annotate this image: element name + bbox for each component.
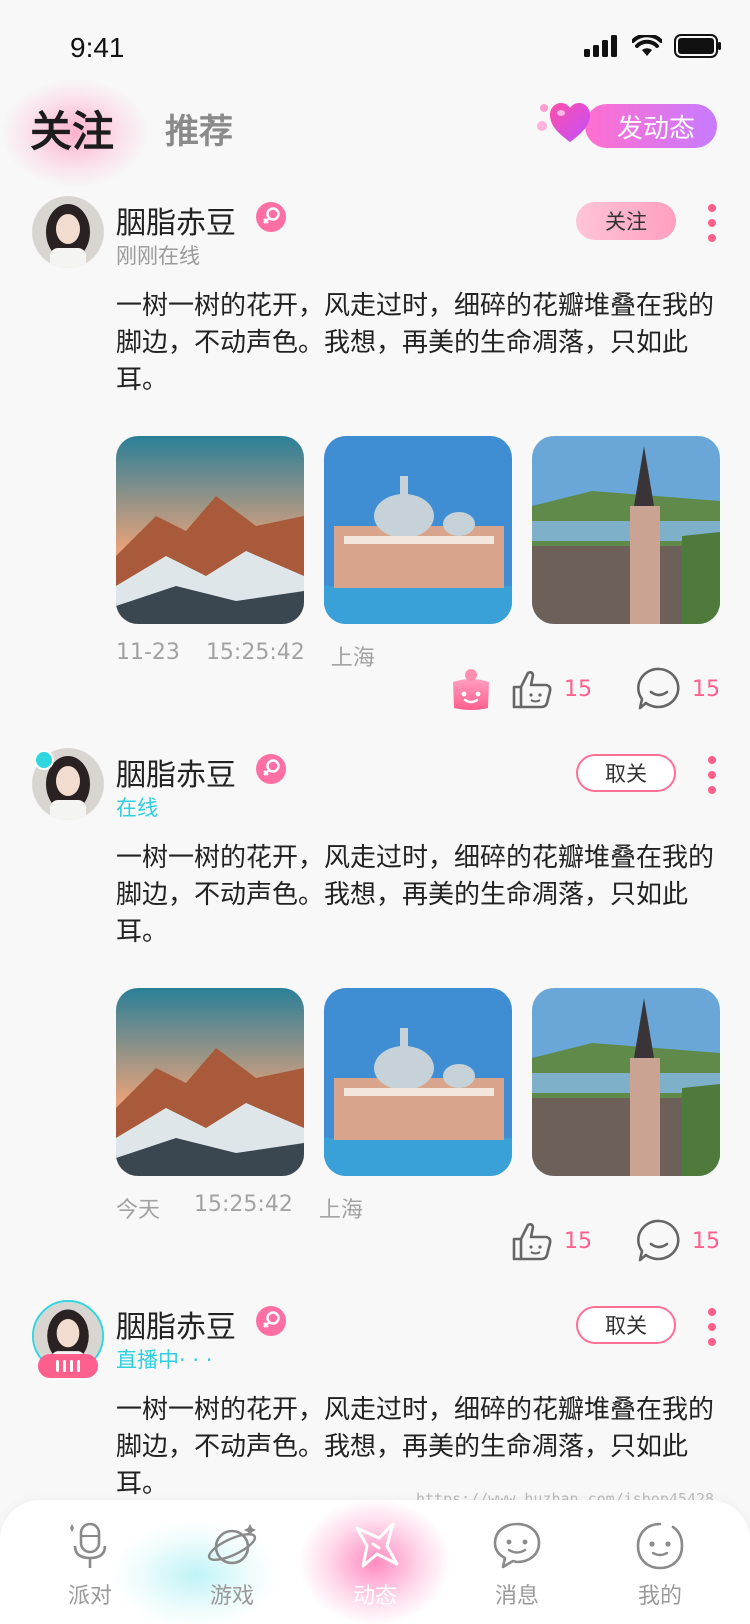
nav-label: 派对 bbox=[67, 1584, 112, 1609]
post-date: 今天 bbox=[116, 1198, 161, 1223]
female-gender-icon bbox=[256, 1306, 286, 1336]
more-options-icon[interactable] bbox=[708, 1308, 716, 1346]
nav-item-profile[interactable]: 我的 bbox=[615, 1520, 705, 1610]
like-count: 15 bbox=[564, 676, 592, 702]
photo-venice-dome[interactable] bbox=[324, 436, 512, 624]
more-options-icon[interactable] bbox=[708, 756, 716, 794]
photo-venice-dome[interactable] bbox=[324, 988, 512, 1176]
photo-church-town[interactable] bbox=[532, 988, 720, 1176]
photo-mountain-palace[interactable] bbox=[116, 436, 304, 624]
nav-item-messages[interactable]: 消息 bbox=[472, 1520, 562, 1610]
post-card: 胭脂赤豆 刚刚在线 关注 一树一树的花开，风走过时，细碎的花瓣堆叠在我的脚边，不… bbox=[0, 196, 750, 716]
unfollow-button[interactable]: 取关 bbox=[576, 754, 676, 792]
avatar-image bbox=[32, 196, 104, 268]
post-text: 一树一树的花开，风走过时，细碎的花瓣堆叠在我的脚边，不动声色。我想，再美的生命凋… bbox=[116, 1395, 715, 1499]
photo-grid bbox=[116, 436, 720, 624]
avatar[interactable] bbox=[32, 1300, 104, 1378]
nav-item-moments[interactable]: 动态 bbox=[330, 1520, 420, 1610]
live-status: 直播中· · · bbox=[116, 1348, 213, 1372]
live-badge bbox=[38, 1354, 98, 1378]
post-location: 上海 bbox=[330, 646, 375, 671]
heart-icon bbox=[550, 103, 590, 142]
comment-icon[interactable] bbox=[636, 666, 682, 712]
photo-mountain-palace[interactable] bbox=[116, 988, 304, 1176]
online-status: 在线 bbox=[116, 796, 158, 820]
top-nav: 关注 推荐 发动态 bbox=[0, 78, 750, 188]
more-options-icon[interactable] bbox=[708, 204, 716, 242]
post-text: 一树一树的花开，风走过时，细碎的花瓣堆叠在我的脚边，不动声色。我想，再美的生命凋… bbox=[116, 843, 715, 947]
status-bar: 9:41 bbox=[0, 0, 750, 90]
username[interactable]: 胭脂赤豆 bbox=[116, 750, 236, 794]
like-count: 15 bbox=[564, 1228, 592, 1254]
post-date: 11-23 bbox=[116, 640, 180, 665]
planet-icon bbox=[207, 1524, 257, 1565]
comment-icon[interactable] bbox=[636, 1218, 682, 1264]
post-meta: 11-23 15:25:42 上海 bbox=[116, 640, 375, 672]
post-card: 胭脂赤豆 在线 取关 一树一树的花开，风走过时，细碎的花瓣堆叠在我的脚边，不动声… bbox=[0, 748, 750, 1268]
thumbs-up-icon[interactable] bbox=[510, 1219, 554, 1263]
battery-icon bbox=[674, 34, 721, 58]
online-indicator bbox=[34, 750, 54, 770]
nav-label: 动态 bbox=[352, 1584, 397, 1609]
tab-follow[interactable]: 关注 bbox=[30, 98, 114, 159]
female-gender-icon bbox=[256, 754, 286, 784]
avatar[interactable] bbox=[32, 748, 104, 820]
post-text: 一树一树的花开，风走过时，细碎的花瓣堆叠在我的脚边，不动声色。我想，再美的生命凋… bbox=[116, 291, 715, 395]
photo-church-town[interactable] bbox=[532, 436, 720, 624]
photo-grid bbox=[116, 988, 720, 1176]
online-status: 刚刚在线 bbox=[116, 244, 200, 268]
status-icons bbox=[584, 34, 722, 58]
post-actions: 15 15 bbox=[448, 666, 720, 712]
username[interactable]: 胭脂赤豆 bbox=[116, 1302, 236, 1346]
post-actions: 15 15 bbox=[510, 1218, 720, 1264]
post-moment-button[interactable]: 发动态 bbox=[585, 104, 717, 148]
nav-item-party[interactable]: 派对 bbox=[45, 1520, 135, 1610]
status-time: 9:41 bbox=[70, 32, 125, 63]
avatar[interactable] bbox=[32, 196, 104, 268]
comment-count: 15 bbox=[692, 1228, 720, 1254]
post-location: 上海 bbox=[318, 1198, 363, 1223]
wifi-icon bbox=[632, 35, 662, 56]
unfollow-button[interactable]: 取关 bbox=[576, 1306, 676, 1344]
comment-count: 15 bbox=[692, 676, 720, 702]
post-time: 15:25:42 bbox=[194, 1192, 293, 1217]
tab-recommend[interactable]: 推荐 bbox=[165, 104, 233, 153]
gift-bag-icon[interactable] bbox=[448, 666, 494, 712]
nav-label: 游戏 bbox=[209, 1584, 254, 1609]
post-card: 胭脂赤豆 直播中· · · 取关 一树一树的花开，风走过时，细碎的花瓣堆叠在我的… bbox=[0, 1300, 750, 1500]
profile-face-icon bbox=[636, 1522, 684, 1570]
username[interactable]: 胭脂赤豆 bbox=[116, 198, 236, 242]
nav-label: 我的 bbox=[637, 1584, 682, 1609]
microphone-icon bbox=[70, 1522, 107, 1568]
post-time: 15:25:42 bbox=[205, 640, 305, 665]
follow-button[interactable]: 关注 bbox=[576, 202, 676, 240]
bottom-nav: 派对 游戏 动态 消息 我的 bbox=[0, 1500, 750, 1624]
star-icon bbox=[355, 1522, 399, 1568]
thumbs-up-icon[interactable] bbox=[510, 667, 554, 711]
nav-item-games[interactable]: 游戏 bbox=[187, 1520, 277, 1610]
nav-label: 消息 bbox=[494, 1584, 539, 1609]
female-gender-icon bbox=[256, 202, 286, 232]
post-meta: 今天 15:25:42 上海 bbox=[116, 1192, 363, 1224]
signal-icon bbox=[584, 35, 617, 57]
chat-icon bbox=[493, 1522, 541, 1569]
